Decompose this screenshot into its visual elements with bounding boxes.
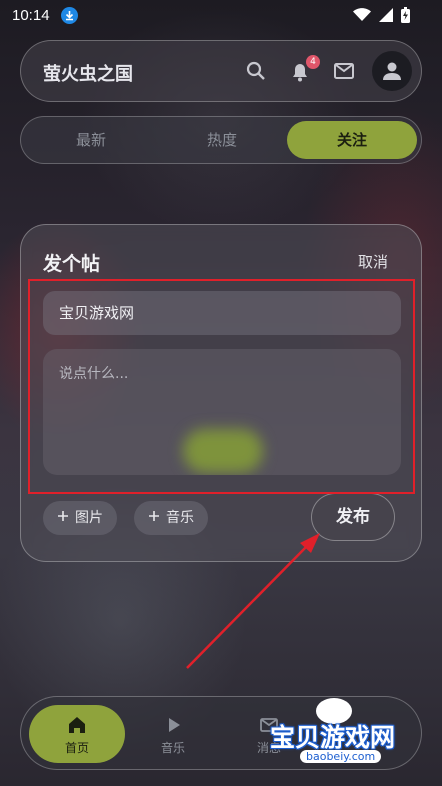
nav-label-home: 首页 — [64, 741, 89, 755]
watermark-text: 宝贝游戏网 — [270, 723, 396, 752]
annotation-arrow — [186, 533, 320, 669]
watermark-url: baobeiy.com — [300, 750, 382, 763]
nav-item-home[interactable]: 首页 — [29, 705, 125, 763]
home-icon — [69, 717, 85, 733]
play-icon — [169, 718, 180, 732]
watermark: 宝贝游戏网 baobeiy.com — [262, 698, 418, 776]
nav-item-music[interactable]: 音乐 — [125, 705, 221, 763]
nav-label-music: 音乐 — [160, 741, 185, 755]
